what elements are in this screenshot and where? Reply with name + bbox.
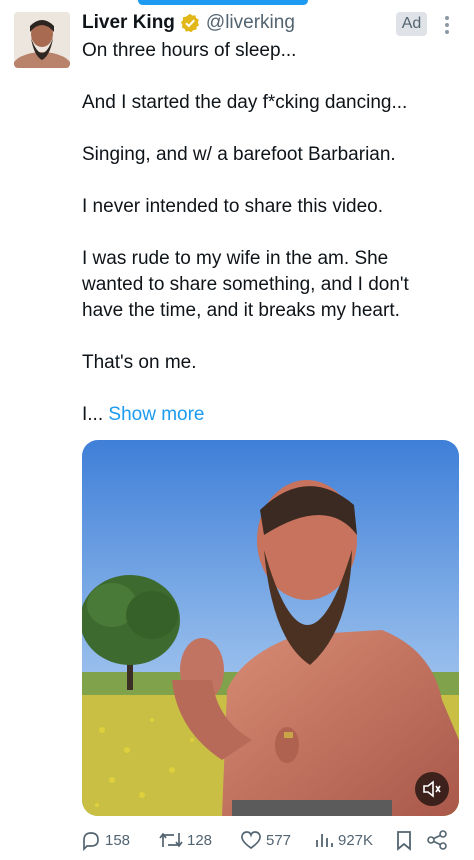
mute-button[interactable]: [415, 772, 449, 806]
views-chart-icon: [316, 834, 333, 847]
like-count: 577: [266, 831, 292, 849]
video-player[interactable]: [82, 440, 459, 816]
ad-badge: Ad: [396, 12, 427, 36]
views-button[interactable]: 927K: [313, 826, 373, 854]
action-bar: 158 128 577 927K: [80, 826, 460, 854]
reply-count: 158: [105, 831, 131, 849]
user-handle[interactable]: @liverking: [206, 12, 295, 34]
tweet-paragraph-truncated: I... Show more: [82, 402, 452, 428]
bookmark-icon: [397, 831, 411, 851]
avatar[interactable]: [14, 12, 70, 68]
tweet-paragraph: That's on me.: [82, 352, 197, 373]
retweet-icon: [159, 832, 183, 848]
muted-speaker-icon: [423, 780, 441, 798]
share-button[interactable]: [426, 826, 451, 854]
reply-button[interactable]: 158: [80, 826, 130, 854]
views-count: 927K: [338, 831, 374, 849]
display-name[interactable]: Liver King: [82, 12, 175, 34]
video-frame: [82, 440, 459, 816]
retweet-count: 128: [187, 831, 213, 849]
tweet-paragraph: Singing, and w/ a barefoot Barbarian.: [82, 144, 396, 165]
tweet-paragraph: And I started the day f*cking dancing...: [82, 92, 408, 113]
heart-icon: [241, 831, 261, 850]
bookmark-button[interactable]: [394, 826, 417, 854]
verified-badge-icon: [180, 13, 200, 33]
new-posts-pill[interactable]: [138, 0, 308, 5]
like-button[interactable]: 577: [239, 826, 291, 854]
retweet-button[interactable]: 128: [158, 826, 212, 854]
share-icon: [427, 830, 447, 850]
tweet-header: Liver King @liverking: [82, 10, 295, 36]
tweet-paragraph: I was rude to my wife in the am. She wan…: [82, 248, 409, 321]
more-options-icon[interactable]: [441, 14, 453, 36]
tweet-paragraph: On three hours of sleep...: [82, 40, 297, 61]
truncated-text: I...: [82, 404, 104, 425]
show-more-link[interactable]: Show more: [108, 404, 204, 425]
tweet-text: On three hours of sleep... And I started…: [82, 38, 452, 428]
reply-icon: [83, 832, 99, 851]
tweet-paragraph: I never intended to share this video.: [82, 196, 384, 217]
